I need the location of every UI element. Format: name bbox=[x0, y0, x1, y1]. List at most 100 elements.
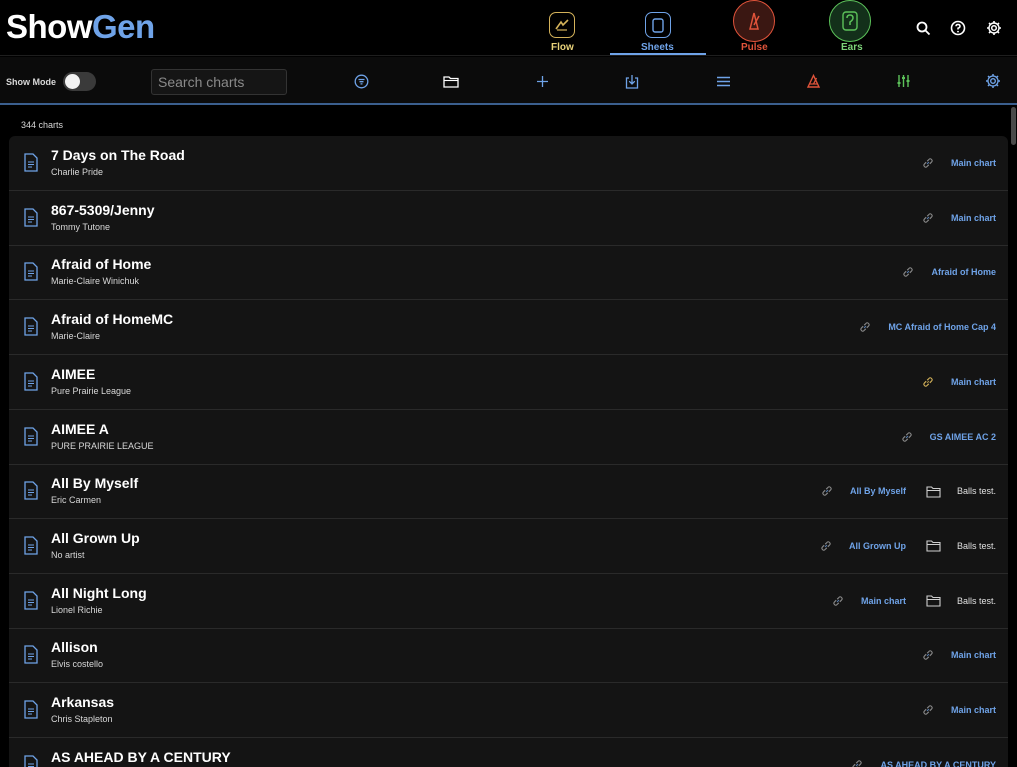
link-icon[interactable] bbox=[902, 266, 914, 278]
document-icon bbox=[24, 208, 38, 227]
chart-row[interactable]: AIMEE A PURE PRAIRIE LEAGUE GS AIMEE AC 2 bbox=[9, 410, 1008, 465]
chart-row-actions: MC Afraid of Home Cap 4 bbox=[859, 300, 996, 354]
chart-version-link[interactable]: Main chart bbox=[951, 377, 996, 387]
search-button[interactable] bbox=[912, 17, 934, 39]
link-icon[interactable] bbox=[832, 595, 844, 607]
search-input[interactable] bbox=[151, 69, 287, 95]
link-icon[interactable] bbox=[821, 485, 833, 497]
document-icon bbox=[24, 755, 38, 767]
link-icon[interactable] bbox=[922, 212, 934, 224]
chart-row-actions: Main chart bbox=[922, 355, 996, 409]
chart-row[interactable]: All Night Long Lionel Richie Main chart Bal… bbox=[9, 574, 1008, 629]
flow-icon bbox=[549, 6, 575, 38]
chart-title: Afraid of Home bbox=[51, 256, 152, 273]
chart-artist: Eric Carmen bbox=[51, 495, 102, 506]
chart-title: Arkansas bbox=[51, 694, 115, 710]
metronome-button[interactable] bbox=[803, 71, 823, 91]
list-settings-button[interactable] bbox=[983, 71, 1003, 91]
chart-row[interactable]: All Grown Up No artist All Grown Up Balls t… bbox=[9, 519, 1008, 574]
chart-version-link[interactable]: Main chart bbox=[951, 705, 996, 715]
chart-title: AS AHEAD BY A CENTURY bbox=[51, 748, 231, 765]
chart-artist: Chris Stapleton bbox=[51, 714, 113, 724]
chart-version-link[interactable]: Main chart bbox=[951, 213, 996, 223]
menu-button[interactable] bbox=[713, 71, 733, 91]
chart-title: All Night Long bbox=[51, 584, 147, 601]
chart-row[interactable]: 867-5309/Jenny Tommy Tutone Main chart bbox=[9, 191, 1008, 246]
tab-flow-label: Flow bbox=[551, 42, 574, 53]
metronome-icon bbox=[806, 74, 820, 88]
folder-button[interactable] bbox=[441, 71, 461, 91]
ear-icon bbox=[829, 0, 871, 42]
chart-title: Afraid of HomeMC bbox=[51, 311, 174, 328]
document-icon bbox=[24, 262, 38, 282]
chart-version-link[interactable]: AS AHEAD BY A CENTURY bbox=[880, 760, 996, 767]
link-icon[interactable] bbox=[922, 704, 934, 716]
chart-row[interactable]: Afraid of HomeMC Marie-Claire MC Afraid of… bbox=[9, 300, 1008, 356]
menu-icon bbox=[716, 76, 730, 86]
chart-row-actions: Main chart Balls test. bbox=[832, 574, 996, 628]
chart-artist: PURE PRAIRIE LEAGUE bbox=[51, 440, 154, 451]
link-icon[interactable] bbox=[922, 649, 934, 661]
chart-version-link[interactable]: Main chart bbox=[951, 650, 996, 660]
chart-version-link[interactable]: Main chart bbox=[951, 158, 996, 168]
document-icon bbox=[24, 590, 38, 610]
app-logo[interactable]: ShowGen bbox=[6, 8, 155, 46]
chart-row-actions: Main chart bbox=[922, 136, 996, 190]
chart-version-link[interactable]: MC Afraid of Home Cap 4 bbox=[888, 322, 996, 332]
help-button[interactable] bbox=[947, 17, 969, 39]
chart-row-actions: All By Myself Balls test. bbox=[821, 464, 996, 518]
chart-version-link[interactable]: Main chart bbox=[861, 596, 906, 606]
document-icon bbox=[24, 372, 38, 391]
filter-button[interactable] bbox=[351, 71, 371, 91]
tab-sheets-label: Sheets bbox=[641, 42, 674, 53]
show-mode-toggle[interactable] bbox=[63, 72, 96, 91]
link-icon[interactable] bbox=[859, 321, 871, 333]
chart-artist: Elvis costello bbox=[51, 659, 104, 670]
tab-pulse[interactable]: Pulse bbox=[720, 0, 788, 56]
chart-version-link[interactable]: GS AIMEE AC 2 bbox=[930, 432, 996, 442]
link-icon[interactable] bbox=[820, 540, 832, 552]
chart-row[interactable]: Afraid of Home Marie-Claire Winichuk Afrai… bbox=[9, 245, 1008, 301]
chart-folder[interactable]: Balls test. bbox=[926, 574, 996, 628]
folder-name: Balls test. bbox=[956, 595, 996, 606]
chart-artist: Marie-Claire bbox=[51, 331, 101, 342]
link-icon[interactable] bbox=[922, 157, 934, 169]
link-icon[interactable] bbox=[901, 431, 913, 443]
tab-sheets[interactable]: Sheets bbox=[610, 0, 706, 55]
toggle-knob bbox=[65, 74, 80, 89]
link-icon[interactable] bbox=[851, 759, 863, 767]
import-button[interactable] bbox=[622, 71, 642, 91]
chart-folder[interactable]: Balls test. bbox=[926, 519, 996, 573]
settings-button[interactable] bbox=[983, 17, 1005, 39]
tab-ears-label: Ears bbox=[841, 42, 863, 53]
folder-name: Balls test. bbox=[956, 486, 996, 497]
chart-folder[interactable]: Balls test. bbox=[926, 464, 996, 518]
filter-icon bbox=[354, 74, 368, 88]
chart-row-actions: Afraid of Home bbox=[902, 245, 996, 299]
sheets-icon bbox=[645, 6, 671, 38]
chart-version-link[interactable]: All Grown Up bbox=[849, 541, 906, 551]
add-chart-button[interactable] bbox=[532, 71, 552, 91]
chart-row[interactable]: 7 Days on The Road Charlie Pride Main char… bbox=[9, 136, 1008, 191]
folder-icon bbox=[926, 595, 941, 607]
chart-row[interactable]: AS AHEAD BY A CENTURY AS AHEAD BY A CENTU… bbox=[9, 738, 1008, 767]
chart-artist: No artist bbox=[51, 549, 85, 560]
chart-title: Allison bbox=[51, 639, 98, 656]
add-icon bbox=[536, 75, 548, 87]
document-icon bbox=[24, 536, 38, 555]
chart-row[interactable]: Arkansas Chris Stapleton Main chart bbox=[9, 683, 1008, 738]
chart-row[interactable]: Allison Elvis costello Main chart bbox=[9, 628, 1008, 684]
mixer-button[interactable] bbox=[893, 71, 913, 91]
chart-artist: Pure Prairie League bbox=[51, 385, 132, 396]
chart-version-link[interactable]: Afraid of Home bbox=[931, 267, 996, 277]
import-icon bbox=[625, 74, 639, 89]
settings-icon bbox=[986, 74, 1000, 88]
tab-ears[interactable]: Ears bbox=[816, 0, 884, 56]
scrollbar-thumb[interactable] bbox=[1011, 107, 1016, 145]
tab-flow[interactable]: Flow bbox=[528, 0, 596, 56]
chart-row[interactable]: All By Myself Eric Carmen All By Myself Bal… bbox=[9, 464, 1008, 520]
chart-row[interactable]: AIMEE Pure Prairie League Main chart bbox=[9, 355, 1008, 410]
link-icon[interactable] bbox=[922, 376, 934, 388]
chart-row-actions: GS AIMEE AC 2 bbox=[901, 410, 996, 464]
chart-version-link[interactable]: All By Myself bbox=[850, 486, 906, 496]
